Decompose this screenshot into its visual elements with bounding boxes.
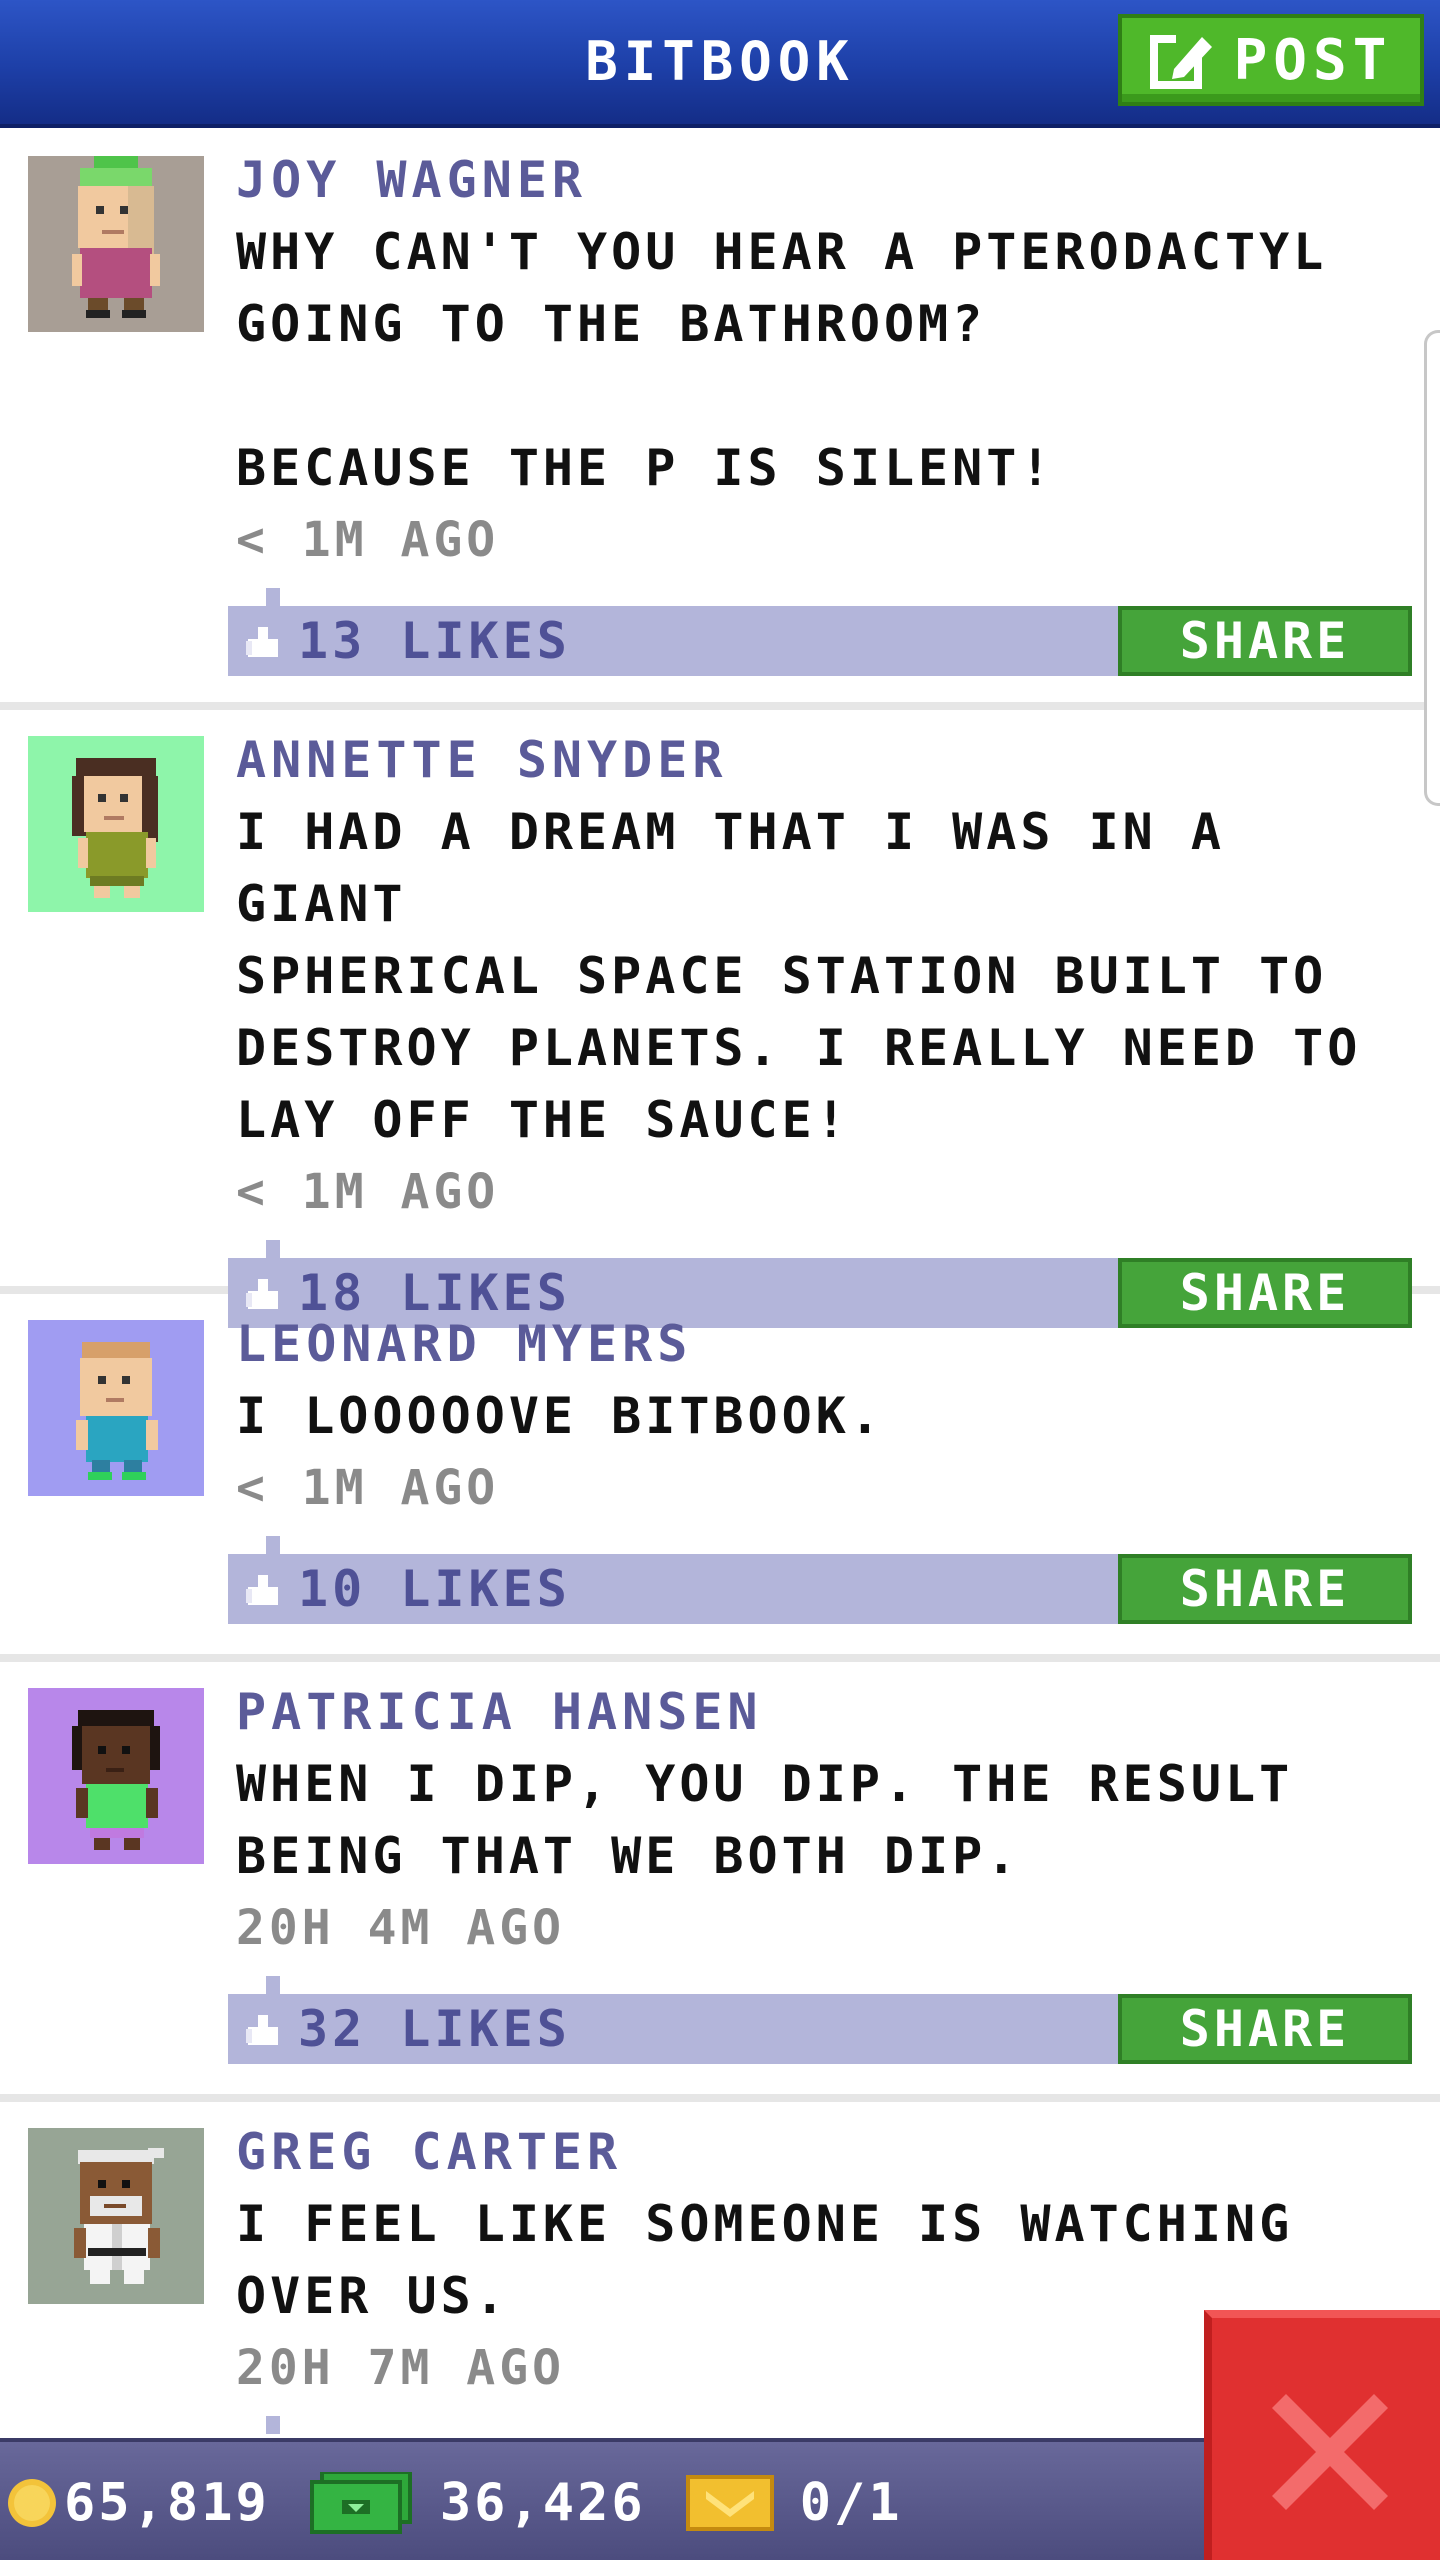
post-time: < 1M AGO (236, 1164, 500, 1220)
coins-value: 65,819 (64, 2473, 270, 2533)
share-button[interactable]: SHARE (1118, 606, 1412, 676)
share-button[interactable]: SHARE (1118, 1994, 1412, 2064)
close-button[interactable] (1204, 2310, 1440, 2560)
post-author[interactable]: PATRICIA HANSEN (236, 1676, 1406, 1748)
post-author[interactable]: LEONARD MYERS (236, 1308, 1406, 1380)
header: BITBOOK POST (0, 0, 1440, 128)
bux-value: 36,426 (439, 2473, 646, 2533)
cash-icon (309, 2472, 412, 2534)
coin-icon (8, 2479, 56, 2527)
avatar[interactable] (28, 156, 204, 332)
tickets-value: 0/1 (799, 2473, 903, 2533)
likes-count: 32 LIKES (298, 2000, 571, 2058)
feed-post: PATRICIA HANSEN WHEN I DIP, YOU DIP. THE… (0, 1662, 1440, 2102)
feed-post: ANNETTE SNYDER I HAD A DREAM THAT I WAS … (0, 710, 1440, 1328)
post-time: 20H 4M AGO (236, 1900, 565, 1956)
avatar[interactable] (28, 2128, 204, 2304)
likes-bar: 10 LIKES SHARE (228, 1536, 1412, 1624)
post-author[interactable]: ANNETTE SNYDER (236, 724, 1406, 796)
feed-post: LEONARD MYERS I LOOOOOVE BITBOOK. < 1M A… (0, 1294, 1440, 1662)
likes-bar-tab (266, 1240, 280, 1258)
post-time: < 1M AGO (236, 512, 500, 568)
post-message: WHEN I DIP, YOU DIP. THE RESULT BEING TH… (236, 1755, 1294, 1885)
post-body: LEONARD MYERS I LOOOOOVE BITBOOK. < 1M A… (228, 1308, 1412, 1624)
post-body: JOY WAGNER WHY CAN'T YOU HEAR A PTERODAC… (228, 144, 1412, 676)
likes-bar-tab (266, 1536, 280, 1554)
post-button[interactable]: POST (1118, 14, 1424, 106)
tickets-stat: 0/1 (685, 2473, 903, 2533)
post-message: I LOOOOOVE BITBOOK. (236, 1387, 884, 1445)
post-body: PATRICIA HANSEN WHEN I DIP, YOU DIP. THE… (228, 1676, 1412, 2064)
share-button[interactable]: SHARE (1118, 1554, 1412, 1624)
post-button-label: POST (1233, 27, 1393, 93)
post-time: < 1M AGO (236, 1460, 500, 1516)
likes-bar-tab (266, 588, 280, 606)
bitbook-screen: BITBOOK POST JOY WAGNER WHY CAN'T YOU HE… (0, 0, 1440, 2560)
feed-list[interactable]: JOY WAGNER WHY CAN'T YOU HEAR A PTERODAC… (0, 128, 1440, 2522)
bux-stat: 36,426 (309, 2472, 646, 2534)
coins-stat: 65,819 (0, 2473, 270, 2533)
likes-bar: 32 LIKES SHARE (228, 1976, 1412, 2064)
avatar[interactable] (28, 1688, 204, 1864)
ticket-icon (685, 2475, 774, 2531)
feed-post: JOY WAGNER WHY CAN'T YOU HEAR A PTERODAC… (0, 128, 1440, 710)
likes-count: 10 LIKES (298, 1560, 571, 1618)
scrollbar[interactable] (1424, 330, 1440, 806)
avatar[interactable] (28, 736, 204, 912)
likes-bar: 13 LIKES SHARE (228, 588, 1412, 676)
edit-icon (1149, 33, 1212, 89)
avatar[interactable] (28, 1320, 204, 1496)
post-author[interactable]: GREG CARTER (236, 2116, 1406, 2188)
post-body: ANNETTE SNYDER I HAD A DREAM THAT I WAS … (228, 724, 1412, 1328)
post-author[interactable]: JOY WAGNER (236, 144, 1406, 216)
thumbs-up-icon[interactable] (242, 2007, 286, 2051)
thumbs-up-icon[interactable] (242, 619, 286, 663)
likes-bar-tab (266, 1976, 280, 1994)
close-icon (1272, 2394, 1388, 2510)
post-message: I HAD A DREAM THAT I WAS IN A GIANT SPHE… (236, 803, 1362, 1149)
post-message: WHY CAN'T YOU HEAR A PTERODACTYL GOING T… (236, 223, 1328, 497)
likes-count: 13 LIKES (298, 612, 571, 670)
likes-bar-tab (266, 2416, 280, 2434)
thumbs-up-icon[interactable] (242, 1567, 286, 1611)
